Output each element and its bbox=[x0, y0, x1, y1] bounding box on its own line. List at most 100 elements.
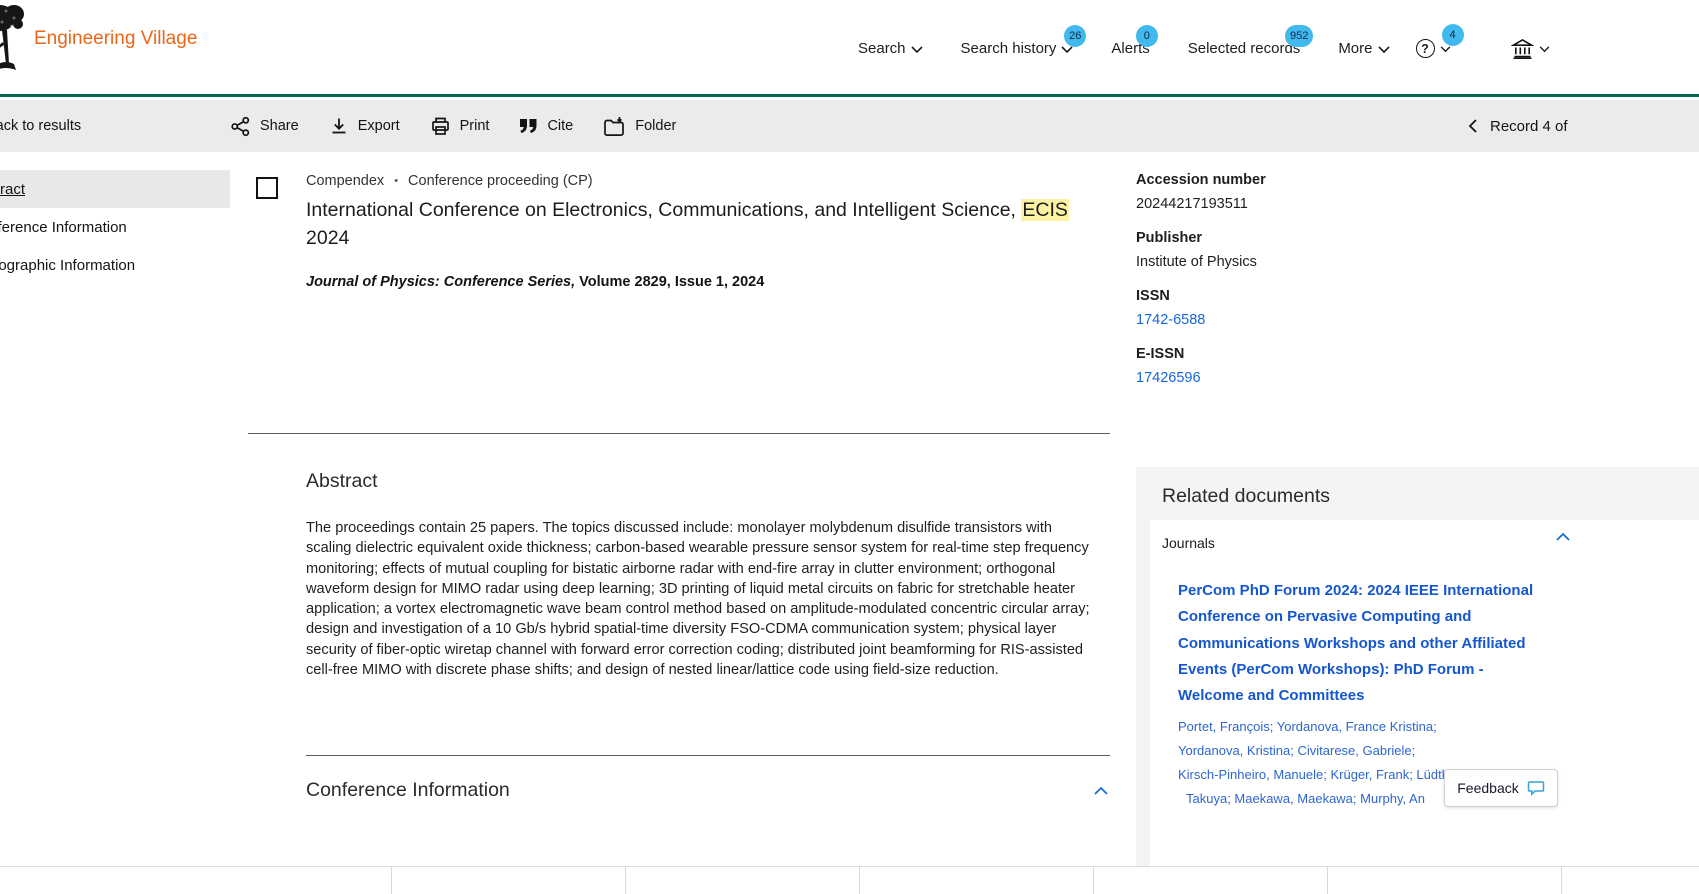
strip-card[interactable] bbox=[860, 867, 1094, 894]
collapse-section-button[interactable] bbox=[1092, 784, 1110, 797]
record-content: Compendex • Conference proceeding (CP) I… bbox=[248, 152, 1110, 894]
meta-issn: ISSN 1742-6588 bbox=[1136, 288, 1466, 328]
nav-more[interactable]: More bbox=[1338, 40, 1389, 57]
source-line: Journal of Physics: Conference Series, V… bbox=[306, 274, 764, 290]
sidebar-item-conference-information-label: Conference Information bbox=[0, 219, 127, 236]
download-icon bbox=[329, 116, 349, 136]
record-title-year: 2024 bbox=[306, 227, 349, 249]
eissn-link[interactable]: 17426596 bbox=[1136, 370, 1466, 386]
printer-icon bbox=[430, 116, 451, 137]
record-pagination[interactable]: Record 4 of bbox=[1468, 100, 1568, 152]
meta-eissn: E-ISSN 17426596 bbox=[1136, 346, 1466, 386]
chevron-up-icon bbox=[1556, 532, 1570, 541]
engineering-village-record-page: Engineering Village Search Search histor… bbox=[0, 0, 1699, 894]
volume-issue: Volume 2829, Issue 1, 2024 bbox=[575, 274, 764, 290]
nav-search-history[interactable]: Search history 26 bbox=[961, 40, 1074, 57]
conference-information-section-header: Conference Information bbox=[306, 779, 1110, 802]
record-meta-panel: Accession number 20244217193511 Publishe… bbox=[1136, 172, 1466, 404]
nav-institution[interactable] bbox=[1511, 38, 1550, 59]
meta-value: Institute of Physics bbox=[1136, 254, 1466, 270]
toolbar-actions: Share Export bbox=[230, 100, 676, 152]
chevron-left-icon bbox=[1468, 119, 1477, 133]
record-checkbox[interactable] bbox=[256, 177, 278, 199]
nav-selected-records-label: Selected records bbox=[1188, 40, 1301, 57]
sidebar-item-bibliographic-information-label: Bibliographic Information bbox=[0, 257, 135, 274]
nav-search[interactable]: Search bbox=[858, 40, 923, 57]
sidebar-item-abstract[interactable]: Abstract bbox=[0, 170, 230, 208]
strip-card[interactable] bbox=[1328, 867, 1562, 894]
meta-publisher: Publisher Institute of Physics bbox=[1136, 230, 1466, 270]
nav-alerts[interactable]: Alerts 0 bbox=[1111, 40, 1149, 57]
alerts-count-badge: 0 bbox=[1136, 25, 1158, 47]
speech-bubble-icon bbox=[1527, 780, 1545, 796]
database-label: Compendex bbox=[306, 173, 384, 189]
journals-group-header[interactable]: Journals bbox=[1162, 532, 1699, 554]
strip-card[interactable] bbox=[626, 867, 860, 894]
folder-button[interactable]: Folder bbox=[603, 116, 676, 137]
print-button[interactable]: Print bbox=[430, 116, 490, 137]
chevron-down-icon bbox=[1440, 46, 1451, 53]
abstract-heading: Abstract bbox=[306, 470, 378, 493]
feedback-button[interactable]: Feedback bbox=[1444, 769, 1558, 807]
strip-card[interactable] bbox=[1094, 867, 1328, 894]
print-label: Print bbox=[460, 118, 490, 134]
divider bbox=[248, 433, 1110, 434]
sidebar-item-abstract-label: Abstract bbox=[0, 181, 25, 198]
author-line[interactable]: Yordanova, Kristina; Civitarese, Gabriel… bbox=[1178, 739, 1699, 763]
author-line[interactable]: Takuya; Maekawa, Maekawa; Murphy, An bbox=[1178, 787, 1699, 811]
bank-icon bbox=[1511, 38, 1534, 59]
bullet-separator: • bbox=[394, 175, 398, 187]
elsevier-tree-logo[interactable] bbox=[0, 2, 30, 82]
meta-accession-number: Accession number 20244217193511 bbox=[1136, 172, 1466, 212]
nav-help[interactable]: ? 4 bbox=[1416, 39, 1451, 58]
nav-selected-records[interactable]: Selected records 952 bbox=[1188, 40, 1301, 57]
back-to-results-link[interactable]: Back to results bbox=[0, 100, 81, 152]
journal-name: Journal of Physics: Conference Series, bbox=[306, 274, 575, 290]
main-nav: Search Search history 26 Alerts 0 Select… bbox=[858, 0, 1550, 97]
sidebar-item-conference-information[interactable]: Conference Information bbox=[0, 208, 230, 246]
collapse-journals-button[interactable] bbox=[1554, 530, 1572, 543]
folder-label: Folder bbox=[635, 118, 676, 134]
document-type-line: Compendex • Conference proceeding (CP) bbox=[306, 173, 593, 189]
strip-card[interactable] bbox=[1562, 867, 1699, 894]
nav-search-history-label: Search history bbox=[961, 40, 1057, 57]
back-to-results-label: Back to results bbox=[0, 118, 81, 134]
meta-label: Publisher bbox=[1136, 230, 1466, 246]
meta-label: Accession number bbox=[1136, 172, 1466, 188]
question-circle-icon: ? bbox=[1416, 39, 1435, 58]
export-label: Export bbox=[358, 118, 400, 134]
strip-card[interactable] bbox=[158, 867, 392, 894]
related-documents-heading: Related documents bbox=[1162, 485, 1330, 508]
quote-icon bbox=[519, 118, 538, 135]
document-type-label: Conference proceeding (CP) bbox=[408, 173, 593, 189]
abstract-text: The proceedings contain 25 papers. The t… bbox=[306, 518, 1095, 680]
related-documents-card: Journals PerCom PhD Forum 2024: 2024 IEE… bbox=[1150, 520, 1699, 866]
meta-label: E-ISSN bbox=[1136, 346, 1466, 362]
author-line[interactable]: Portet, François; Yordanova, France Kris… bbox=[1178, 715, 1699, 739]
selected-records-count-badge: 952 bbox=[1285, 25, 1313, 47]
export-button[interactable]: Export bbox=[329, 116, 400, 136]
cite-label: Cite bbox=[547, 118, 573, 134]
related-document-authors: Portet, François; Yordanova, France Kris… bbox=[1178, 715, 1699, 811]
bottom-card-strip bbox=[0, 866, 1699, 894]
nav-more-label: More bbox=[1338, 40, 1372, 57]
site-header: Engineering Village Search Search histor… bbox=[0, 0, 1699, 97]
sidebar-item-bibliographic-information[interactable]: Bibliographic Information bbox=[0, 246, 230, 284]
search-term-highlight: ECIS bbox=[1021, 199, 1069, 221]
brand-title[interactable]: Engineering Village bbox=[34, 28, 197, 50]
help-count-badge: 4 bbox=[1442, 24, 1464, 46]
meta-label: ISSN bbox=[1136, 288, 1466, 304]
share-label: Share bbox=[260, 118, 299, 134]
share-icon bbox=[230, 116, 251, 137]
search-history-count-badge: 26 bbox=[1064, 25, 1086, 47]
strip-card[interactable] bbox=[392, 867, 626, 894]
cite-button[interactable]: Cite bbox=[519, 118, 573, 135]
related-document-title-link[interactable]: PerCom PhD Forum 2024: 2024 IEEE Interna… bbox=[1178, 578, 1550, 709]
author-line[interactable]: Kirsch-Pinheiro, Manuele; Krüger, Frank;… bbox=[1178, 763, 1699, 787]
chevron-down-icon bbox=[1378, 46, 1390, 54]
issn-link[interactable]: 1742-6588 bbox=[1136, 312, 1466, 328]
chevron-down-icon bbox=[911, 46, 923, 54]
nav-search-label: Search bbox=[858, 40, 906, 57]
section-sidebar: Abstract Conference Information Bibliogr… bbox=[0, 170, 230, 284]
share-button[interactable]: Share bbox=[230, 116, 299, 137]
